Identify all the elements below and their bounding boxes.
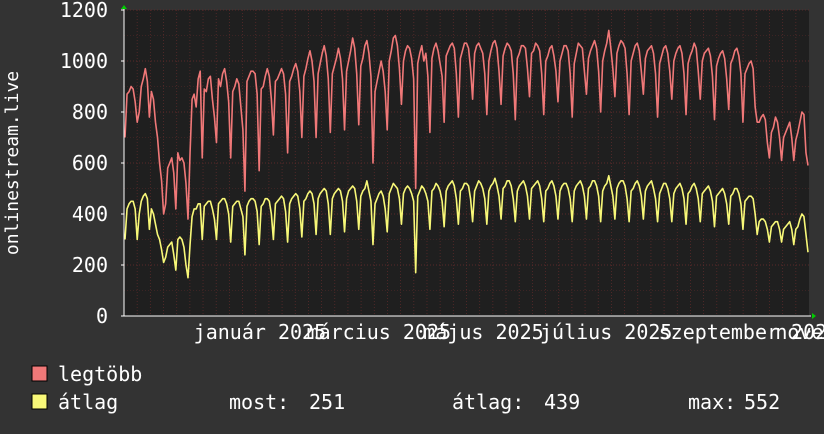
y-tick-label: 200: [72, 253, 108, 277]
legend-label-legtobb: legtöbb: [58, 362, 142, 386]
stat-max-label: max:: [688, 390, 736, 414]
x-tick-label: május 2025: [423, 320, 543, 344]
stat-most-value: 251: [309, 390, 345, 414]
y-tick-label: 400: [72, 202, 108, 226]
y-axis-arrow: [121, 5, 127, 9]
x-tick-label: november 2025: [775, 320, 824, 344]
x-tick-label: július 2025: [540, 320, 672, 344]
y-axis-label: onlinestream.live: [2, 71, 23, 255]
y-tick-label: 1000: [60, 49, 108, 73]
x-axis-arrow: [812, 313, 816, 319]
chart: 0 200 400 600 800 1000 1200 január 2025 március…: [0, 0, 824, 430]
y-tick-label: 800: [72, 100, 108, 124]
legend-swatch-atlag: [31, 393, 48, 410]
legend-label-atlag: átlag: [58, 390, 118, 414]
stat-most-label: most:: [229, 390, 289, 414]
legend-swatch-legtobb: [31, 365, 48, 382]
x-tick-labels: január 2025március 2025május 2025július …: [194, 320, 824, 344]
stat-atlag-label: átlag:: [452, 390, 524, 414]
y-tick-labels: 0 200 400 600 800 1000 1200: [60, 0, 124, 328]
y-tick-label: 0: [96, 304, 108, 328]
stat-max-value: 552: [744, 390, 780, 414]
stat-atlag-value: 439: [544, 390, 580, 414]
chart-svg: 0 200 400 600 800 1000 1200 január 2025március…: [2, 0, 824, 414]
y-tick-label: 1200: [60, 0, 108, 22]
y-tick-label: 600: [72, 151, 108, 175]
